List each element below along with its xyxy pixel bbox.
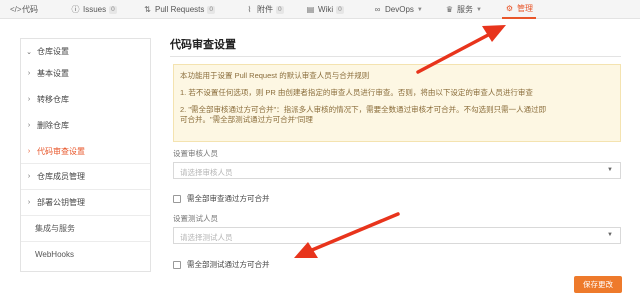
divider xyxy=(170,56,621,57)
service-icon: ♛ xyxy=(445,5,454,14)
repo-tab-bar: </> 代码 ⓘ Issues 0 ⇅ Pull Requests 0 ⌇ 附件… xyxy=(0,0,640,19)
sidebar-item-integrations[interactable]: 集成与服务 xyxy=(21,216,150,241)
tab-label: Pull Requests xyxy=(155,5,205,14)
attachment-icon: ⌇ xyxy=(247,5,252,14)
tab-count-badge: 0 xyxy=(336,5,344,14)
tab-label: 附件 xyxy=(257,5,273,14)
page-title: 代码审查设置 xyxy=(170,39,236,51)
sidebar-item-label: 仓库设置 xyxy=(37,47,69,56)
sidebar-item-delete-repo[interactable]: › 删除仓库 xyxy=(21,113,150,138)
sidebar-item-label: 基本设置 xyxy=(37,69,69,78)
select-placeholder: 请选择测试人员 xyxy=(180,233,233,242)
chevron-right-icon: › xyxy=(27,122,31,129)
chevron-right-icon: › xyxy=(27,96,31,103)
tester-label: 设置测试人员 xyxy=(173,214,218,223)
tab-label: 代码 xyxy=(22,5,38,14)
wiki-icon: ▤ xyxy=(306,5,315,14)
chevron-right-icon: › xyxy=(27,199,31,206)
info-notice: 本功能用于设置 Pull Request 的默认审查人员与合并规则 1. 若不设… xyxy=(173,64,621,142)
sidebar-item-label: 转移仓库 xyxy=(37,95,69,104)
tab-label: Issues xyxy=(83,5,107,14)
sidebar-item-deploy-keys[interactable]: › 部署公钥管理 xyxy=(21,190,150,215)
sidebar-item-label: 删除仓库 xyxy=(37,121,69,130)
reviewer-all-pass-checkbox[interactable] xyxy=(173,194,181,203)
notice-text: 可合并。"需全部测试通过方可合并"同理 xyxy=(180,115,313,124)
tab-services[interactable]: ♛ 服务 ▼ xyxy=(445,0,482,19)
chevron-right-icon: › xyxy=(27,70,31,77)
settings-sidebar: ⌄ 仓库设置 › 基本设置 › 转移仓库 › 删除仓库 › 代码审查设置 › 仓… xyxy=(20,38,151,272)
chevron-down-icon: ⌄ xyxy=(26,48,32,56)
sidebar-item-members[interactable]: › 仓库成员管理 xyxy=(21,164,150,189)
sidebar-item-transfer-repo[interactable]: › 转移仓库 xyxy=(21,87,150,112)
select-placeholder: 请选择审核人员 xyxy=(180,168,233,177)
issues-icon: ⓘ xyxy=(71,5,80,14)
chevron-down-icon: ▼ xyxy=(607,167,613,173)
sidebar-item-label: 代码审查设置 xyxy=(37,147,85,156)
tab-devops[interactable]: ∞ DevOps ▼ xyxy=(373,0,423,19)
tester-all-pass-checkbox[interactable] xyxy=(173,260,181,269)
sidebar-item-label: 仓库成员管理 xyxy=(37,172,85,181)
checkbox-label: 需全部测试通过方可合并 xyxy=(187,260,270,269)
chevron-down-icon: ▼ xyxy=(416,6,423,13)
tab-manage[interactable]: ⚙ 管理 xyxy=(502,0,536,19)
pull-request-icon: ⇅ xyxy=(144,5,151,14)
sidebar-item-code-review[interactable]: › 代码审查设置 xyxy=(21,139,150,164)
tab-count-badge: 0 xyxy=(207,5,215,14)
tab-label: 服务 xyxy=(457,5,473,14)
reviewer-select[interactable]: 请选择审核人员 ▼ xyxy=(173,162,621,179)
tester-select[interactable]: 请选择测试人员 ▼ xyxy=(173,227,621,244)
tab-code[interactable]: </> 代码 xyxy=(10,0,38,19)
chevron-right-icon: › xyxy=(27,173,31,180)
tester-all-pass-option[interactable]: 需全部测试通过方可合并 xyxy=(173,259,270,270)
notice-text: 1. 若不设置任何选项，则 PR 由创建者指定的审查人员进行审查。否则，将由以下… xyxy=(180,88,533,97)
devops-icon: ∞ xyxy=(374,5,381,14)
reviewer-label: 设置审核人员 xyxy=(173,149,218,158)
tab-issues[interactable]: ⓘ Issues 0 xyxy=(71,0,117,19)
chevron-down-icon: ▼ xyxy=(607,232,613,238)
code-icon: </> xyxy=(10,5,22,14)
sidebar-item-webhooks[interactable]: WebHooks xyxy=(21,242,150,267)
chevron-right-icon: › xyxy=(27,148,31,155)
tab-count-badge: 0 xyxy=(109,5,117,14)
tab-label: Wiki xyxy=(318,5,334,14)
tab-attachments[interactable]: ⌇ 附件 0 xyxy=(245,0,284,19)
notice-text: 本功能用于设置 Pull Request 的默认审查人员与合并规则 xyxy=(180,71,370,80)
save-button[interactable]: 保存更改 xyxy=(574,276,622,293)
sidebar-item-basic-settings[interactable]: › 基本设置 xyxy=(21,61,150,86)
notice-text: 2. "需全部审核通过方可合并"：指派多人审核的情况下，需要全数通过审核才可合并… xyxy=(180,105,547,114)
reviewer-all-pass-option[interactable]: 需全部审查通过方可合并 xyxy=(173,193,270,204)
sidebar-item-label: 部署公钥管理 xyxy=(37,198,85,207)
sidebar-item-label: 集成与服务 xyxy=(35,224,75,233)
tab-label: 管理 xyxy=(517,4,533,13)
checkbox-label: 需全部审查通过方可合并 xyxy=(187,194,270,203)
tab-label: DevOps xyxy=(385,5,414,14)
tab-wiki[interactable]: ▤ Wiki 0 xyxy=(306,0,344,19)
tab-count-badge: 0 xyxy=(276,5,284,14)
manage-icon: ⚙ xyxy=(505,4,514,13)
sidebar-item-label: WebHooks xyxy=(35,250,74,259)
tab-pull-requests[interactable]: ⇅ Pull Requests 0 xyxy=(143,0,215,19)
chevron-down-icon: ▼ xyxy=(476,6,482,13)
